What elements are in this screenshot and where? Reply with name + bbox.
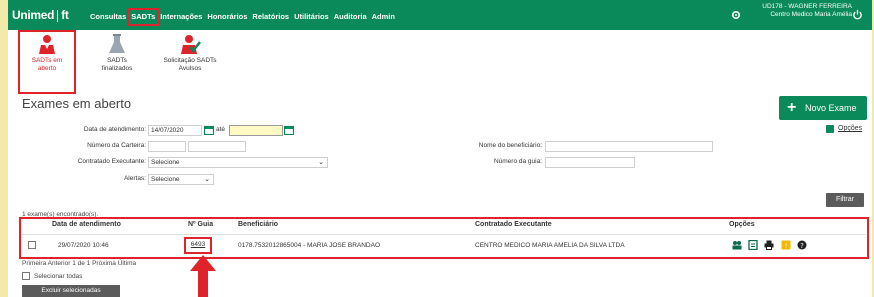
tile-sadts-finalizados[interactable]: SADTs finalizados — [88, 30, 146, 94]
menu-utilitarios[interactable]: Utilitários — [292, 10, 331, 24]
contractor-label: Contratado Executante: — [77, 158, 146, 165]
guia-input[interactable] — [545, 157, 635, 168]
chevron-down-icon: ⌄ — [204, 176, 210, 183]
app-frame: Unimed ft Consultas SADTs Internações Hon… — [8, 0, 872, 297]
tile-label-line2: finalizados — [101, 65, 133, 72]
menu-consultas[interactable]: Consultas — [88, 10, 128, 24]
alerts-select[interactable]: Selecione ⌄ — [148, 174, 214, 185]
tile-sadts-em-aberto[interactable]: SADTs em aberto — [18, 30, 76, 94]
guia-label: Número da guia: — [493, 158, 542, 165]
chevron-down-icon: ⌄ — [318, 159, 324, 166]
date-from-input[interactable]: 14/07/2020 — [148, 125, 202, 136]
brand-logo[interactable]: Unimed ft — [12, 7, 80, 23]
tile-label-line1: Solicitação SADTs — [163, 57, 217, 64]
doctor-check-icon — [181, 35, 201, 54]
print-icon[interactable] — [764, 240, 774, 250]
brand-mark: ft — [61, 8, 69, 22]
tile-label-line1: SADTs em — [31, 57, 63, 64]
settings-icon[interactable] — [731, 10, 741, 20]
top-bar: Unimed ft Consultas SADTs Internações Hon… — [8, 0, 872, 30]
contractor-value: Selecione — [151, 159, 180, 166]
tile-label-line2: aberto — [37, 65, 57, 72]
arrow-up-icon — [190, 255, 216, 297]
page-title: Exames em aberto — [22, 96, 132, 111]
plus-icon: + — [787, 99, 797, 116]
found-count: 1 exame(s) encontrado(s). — [22, 211, 99, 218]
user-info: UD178 - WAGNER FERREIRA Centro Medico Ma… — [762, 3, 852, 19]
beneficiary-label: Nome do beneficiário: — [478, 142, 542, 149]
calendar-icon[interactable] — [284, 125, 294, 135]
select-all-checkbox[interactable] — [22, 272, 30, 280]
date-to-input[interactable] — [229, 125, 283, 136]
delete-selected-button[interactable]: Excluir selecionadas — [22, 285, 120, 297]
doctor-icon — [39, 35, 55, 54]
new-exam-label: Novo Exame — [805, 103, 857, 113]
row-beneficiary: 0178.7532012865004 - MARIA JOSE BRANDAO — [238, 242, 380, 249]
help-icon[interactable]: ? — [797, 240, 807, 250]
svg-text:!: ! — [785, 242, 788, 250]
warning-icon[interactable]: ! — [781, 240, 791, 250]
tile-solicitacao-sadts-avulsos[interactable]: Solicitação SADTs Avulsos — [156, 30, 224, 94]
menu-relatorios[interactable]: Relatórios — [250, 10, 291, 24]
brand-name: Unimed — [12, 8, 55, 22]
row-checkbox[interactable] — [28, 241, 36, 249]
user-clinic: Centro Medico Maria Amélia — [770, 11, 852, 18]
date-label: Data de atendimento: — [83, 126, 146, 133]
svg-text:?: ? — [800, 242, 804, 250]
flask-icon — [109, 34, 125, 53]
document-icon[interactable] — [748, 240, 758, 250]
col-header-date: Data de atendimento — [52, 221, 121, 228]
card-label: Número da Carteira: — [87, 142, 146, 149]
ate-label: até — [216, 126, 226, 133]
new-exam-button[interactable]: + Novo Exame — [779, 96, 867, 120]
col-header-contractor: Contratado Executante — [475, 221, 552, 228]
beneficiary-input[interactable] — [545, 141, 713, 152]
card-input-1[interactable] — [148, 141, 186, 152]
menu-sadts[interactable]: SADTs — [127, 8, 160, 26]
user-name: UD178 - WAGNER FERREIRA — [762, 3, 852, 10]
menu-honorarios[interactable]: Honorários — [205, 10, 249, 24]
select-all-label: Selecionar todas — [34, 273, 83, 280]
options-link[interactable]: Opções — [838, 125, 862, 132]
alerts-value: Selecione — [151, 176, 180, 183]
row-contractor: CENTRO MEDICO MARIA AMELIA DA SILVA LTDA — [475, 242, 625, 249]
brand-separator — [57, 9, 59, 22]
tile-label-line1: SADTs — [107, 57, 127, 64]
filter-button[interactable]: Filtrar — [826, 193, 864, 207]
menu-internacoes[interactable]: Internações — [158, 10, 204, 24]
pager[interactable]: Primeira Anterior 1 de 1 Próxima Última — [22, 260, 136, 267]
alerts-label: Alertas: — [123, 175, 146, 182]
guia-link[interactable]: 6493 — [184, 237, 212, 254]
tile-label-line2: Avulsos — [178, 65, 202, 72]
people-icon[interactable] — [732, 240, 742, 250]
menu-auditoria[interactable]: Auditoria — [332, 10, 369, 24]
plus-square-icon[interactable] — [826, 125, 834, 133]
header-divider — [22, 234, 866, 235]
power-icon[interactable] — [852, 9, 863, 20]
col-header-beneficiary: Beneficiário — [238, 221, 279, 228]
contractor-select[interactable]: Selecione ⌄ — [148, 157, 328, 168]
col-header-guia: Nº Guia — [188, 221, 214, 228]
row-date: 29/07/2020 10:46 — [58, 242, 109, 249]
main-menu: Consultas SADTs Internações Honorários R… — [88, 8, 398, 26]
calendar-icon[interactable] — [204, 125, 214, 135]
card-input-2[interactable] — [188, 141, 246, 152]
menu-admin[interactable]: Admin — [370, 10, 397, 24]
col-header-options: Opções — [729, 221, 755, 228]
